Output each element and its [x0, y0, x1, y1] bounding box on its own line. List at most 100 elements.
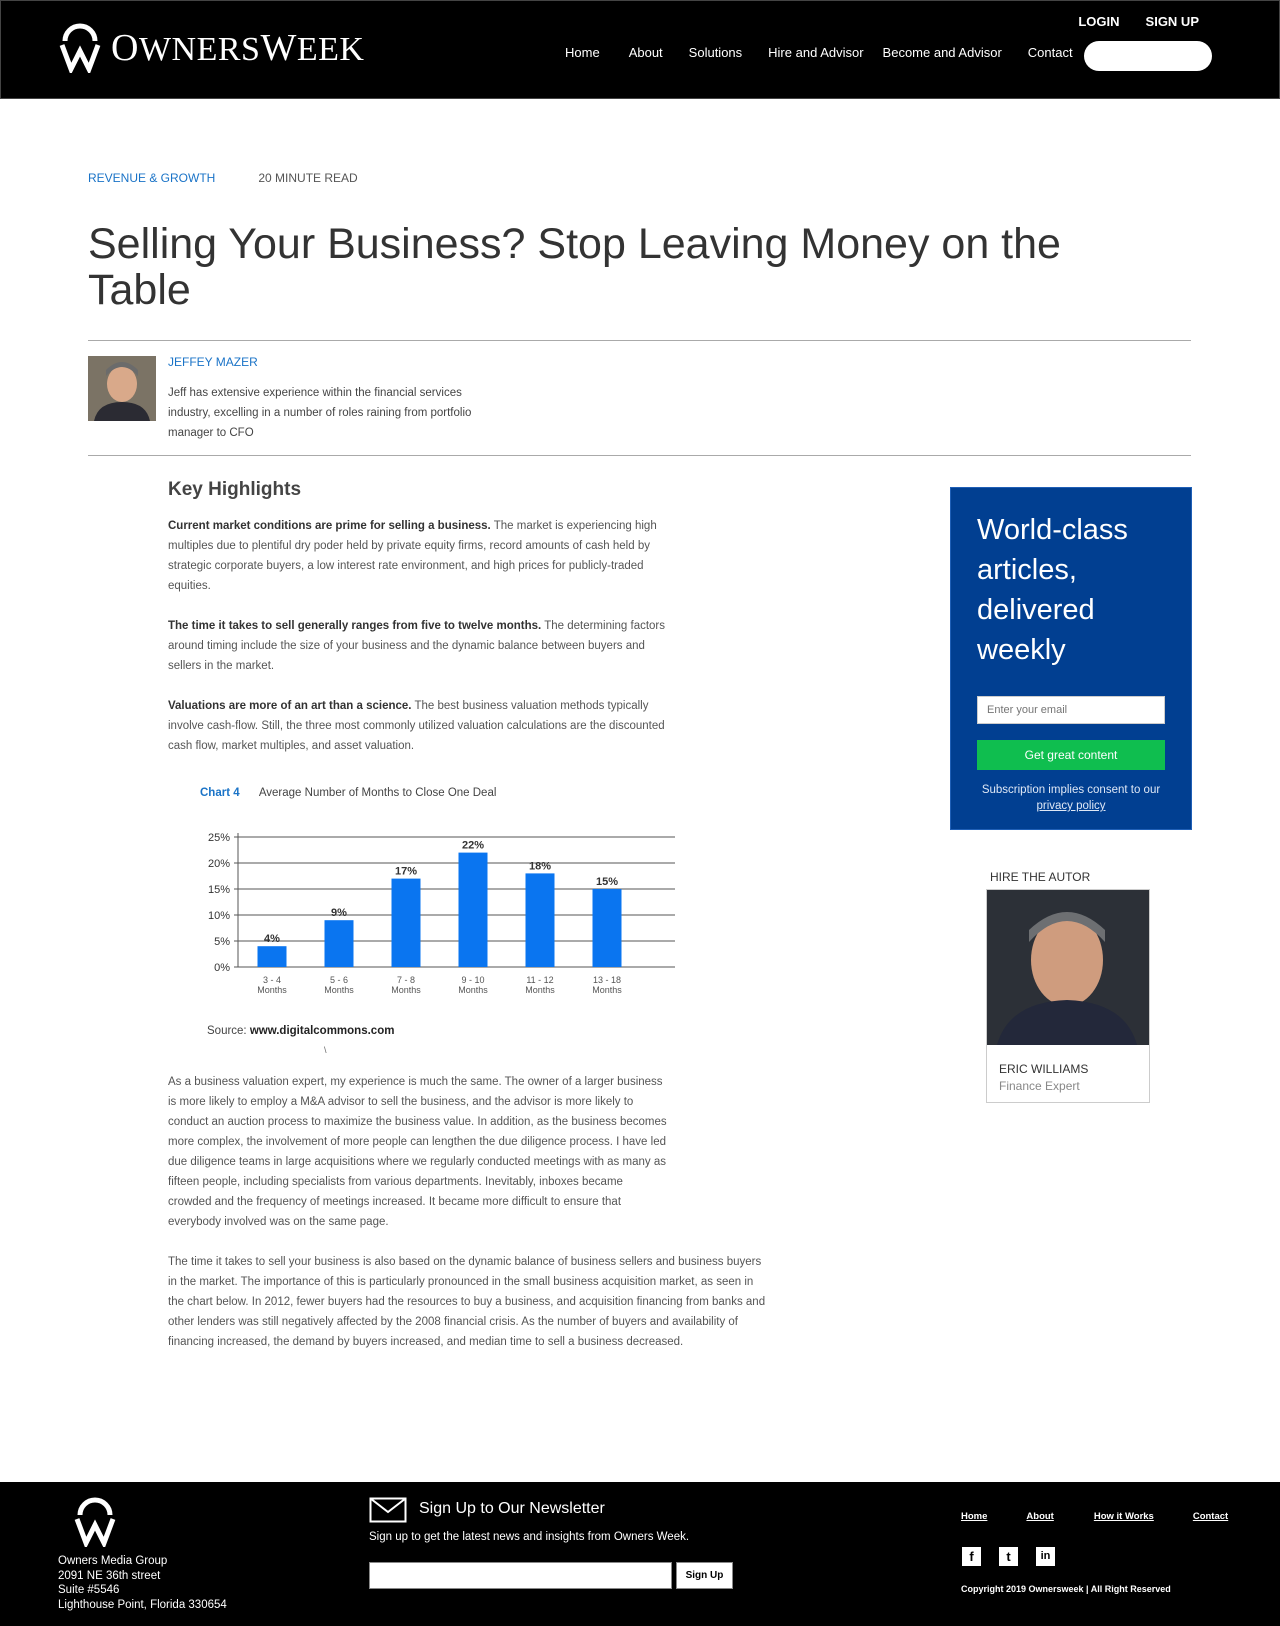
address-line: Lighthouse Point, Florida 330654 — [58, 1598, 227, 1611]
x-tick-label: Months — [458, 985, 488, 995]
author-avatar — [88, 356, 156, 421]
author-portrait-icon — [88, 356, 156, 421]
x-tick-label: Months — [391, 985, 421, 995]
y-tick-label: 25% — [208, 832, 230, 844]
newsletter-subtitle: Sign up to get the latest news and insig… — [369, 1531, 690, 1543]
footer-logo-icon[interactable] — [72, 1497, 118, 1547]
body-paragraph: The time it takes to sell your business … — [168, 1256, 766, 1348]
x-tick-label: Months — [525, 985, 555, 995]
page-title: Selling Your Business? Stop Leaving Mone… — [88, 220, 1061, 314]
footer-nav-how-it-works[interactable]: How it Works — [1094, 1511, 1154, 1522]
privacy-policy-link[interactable]: privacy policy — [1036, 800, 1105, 812]
x-tick-label: Months — [592, 985, 622, 995]
expert-avatar — [987, 890, 1149, 1045]
social-links: f t in — [962, 1547, 1055, 1566]
stray-mark: \ — [324, 1045, 327, 1055]
cta-title: World-class articles, delivered weekly — [977, 514, 1128, 666]
brand-name: OWNERSWEEK — [111, 27, 365, 69]
author-name[interactable]: JEFFEY MAZER — [168, 355, 258, 369]
expert-portrait-icon — [987, 890, 1149, 1045]
nav-contact[interactable]: Contact — [1028, 45, 1073, 60]
source-link[interactable]: www.digitalcommons.com — [250, 1025, 395, 1037]
hire-author-card[interactable]: ERIC WILLIAMS Finance Expert — [986, 889, 1150, 1103]
footer-nav: Home About How it Works Contact — [961, 1511, 1228, 1522]
y-tick-label: 10% — [208, 910, 230, 922]
x-tick-label: 3 - 4 — [263, 975, 281, 985]
expert-role: Finance Expert — [999, 1079, 1080, 1093]
bar-value-label: 9% — [331, 907, 347, 919]
nav-home[interactable]: Home — [565, 45, 600, 60]
chart-bar — [257, 946, 287, 967]
divider — [88, 455, 1191, 456]
nav-become-advisor[interactable]: Become and Advisor — [883, 45, 1002, 60]
owners-week-logo-icon — [59, 23, 101, 73]
get-content-button[interactable]: Get great content — [977, 740, 1165, 770]
facebook-icon[interactable]: f — [962, 1547, 981, 1566]
body-paragraph: As a business valuation expert, my exper… — [168, 1076, 667, 1228]
footer-nav-home[interactable]: Home — [961, 1511, 987, 1522]
newsletter-signup-button[interactable]: Sign Up — [676, 1562, 733, 1589]
expert-name: ERIC WILLIAMS — [999, 1062, 1089, 1076]
consent-note: Subscription implies consent to our priv… — [981, 784, 1161, 812]
footer-nav-contact[interactable]: Contact — [1193, 1511, 1228, 1522]
highlight-lead: Current market conditions are prime for … — [168, 520, 491, 532]
signup-link[interactable]: SIGN UP — [1146, 14, 1199, 29]
chart-bar — [592, 889, 622, 967]
chart-source: Source: www.digitalcommons.com — [207, 1025, 395, 1037]
address-line: Owners Media Group — [58, 1555, 168, 1567]
chart-bar — [324, 920, 354, 967]
x-tick-label: 9 - 10 — [461, 975, 484, 985]
hire-author-label: HIRE THE AUTOR — [990, 870, 1091, 884]
divider — [88, 340, 1191, 341]
newsletter-title: Sign Up to Our Newsletter — [419, 1500, 605, 1517]
twitter-icon[interactable]: t — [999, 1547, 1018, 1566]
chart-bar — [391, 878, 421, 967]
x-tick-label: 13 - 18 — [593, 975, 621, 985]
nav-about[interactable]: About — [629, 45, 663, 60]
x-tick-label: 11 - 12 — [526, 975, 553, 985]
bar-value-label: 22% — [462, 840, 484, 852]
login-link[interactable]: LOGIN — [1078, 14, 1119, 29]
article-meta: REVENUE & GROWTH 20 MINUTE READ — [88, 171, 358, 185]
site-footer: Owners Media Group 2091 NE 36th street S… — [0, 1482, 1280, 1626]
key-highlights-heading: Key Highlights — [168, 479, 302, 500]
article-category[interactable]: REVENUE & GROWTH — [88, 171, 215, 185]
main-nav: Home About Solutions Hire and Advisor Be… — [565, 45, 1073, 60]
email-field[interactable] — [977, 696, 1165, 724]
footer-nav-about[interactable]: About — [1026, 1511, 1053, 1522]
chart-bar — [525, 873, 555, 967]
copyright: Copyright 2019 Ownersweek | All Right Re… — [961, 1584, 1171, 1594]
highlight-lead: The time it takes to sell generally rang… — [168, 620, 542, 632]
chart-caption: Average Number of Months to Close One De… — [258, 787, 497, 799]
site-logo[interactable]: OWNERSWEEK — [59, 23, 364, 73]
chart-bar — [458, 852, 488, 967]
bar-value-label: 4% — [264, 933, 280, 945]
x-tick-label: Months — [324, 985, 354, 995]
y-tick-label: 0% — [214, 962, 230, 974]
account-links: LOGIN SIGN UP — [1078, 14, 1199, 29]
search-input[interactable] — [1084, 41, 1212, 71]
y-tick-label: 20% — [208, 858, 230, 870]
bar-value-label: 18% — [529, 860, 551, 872]
chart-label: Chart 4 Average Number of Months to Clos… — [200, 787, 496, 799]
nav-hire-advisor[interactable]: Hire and Advisor — [768, 45, 863, 60]
address-line: Suite #5546 — [58, 1584, 120, 1596]
bar-value-label: 17% — [395, 866, 417, 878]
bar-value-label: 15% — [596, 876, 618, 888]
x-tick-label: 5 - 6 — [330, 975, 348, 985]
highlight-paragraph: The time it takes to sell generally rang… — [168, 616, 668, 676]
company-address: Owners Media Group 2091 NE 36th street S… — [58, 1554, 227, 1612]
y-tick-label: 5% — [214, 936, 230, 948]
envelope-icon — [369, 1497, 407, 1523]
nav-solutions[interactable]: Solutions — [689, 45, 742, 60]
x-tick-label: 7 - 8 — [397, 975, 415, 985]
newsletter-email-input[interactable] — [369, 1562, 672, 1589]
x-tick-label: Months — [257, 985, 287, 995]
linkedin-icon[interactable]: in — [1036, 1547, 1055, 1566]
read-time: 20 MINUTE READ — [258, 171, 358, 185]
newsletter-cta-box: World-class articles, delivered weekly G… — [950, 487, 1192, 830]
author-bio: Jeff has extensive experience within the… — [168, 387, 472, 439]
highlight-paragraph: Current market conditions are prime for … — [168, 516, 668, 596]
y-tick-label: 15% — [208, 884, 230, 896]
site-header: OWNERSWEEK LOGIN SIGN UP Home About Solu… — [0, 0, 1280, 99]
